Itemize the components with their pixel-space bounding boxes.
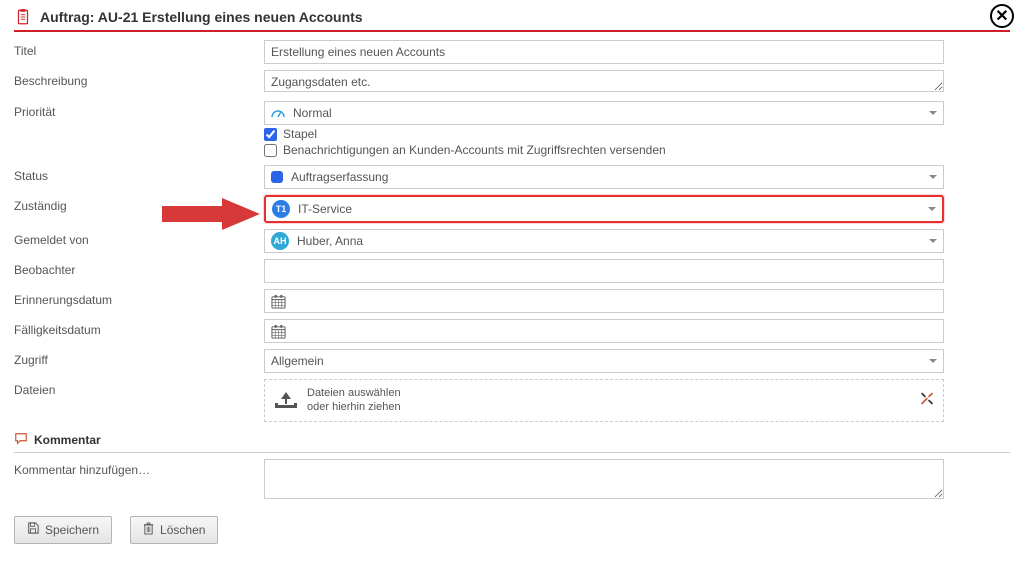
input-faellig[interactable] xyxy=(264,319,944,343)
label-prioritaet: Priorität xyxy=(14,101,264,119)
save-button[interactable]: Speichern xyxy=(14,516,112,544)
upload-icon xyxy=(275,390,297,410)
input-titel[interactable] xyxy=(264,40,944,64)
select-status[interactable]: Auftragserfassung xyxy=(264,165,944,189)
select-beobachter[interactable] xyxy=(264,259,944,283)
calendar-icon xyxy=(271,324,286,339)
section-kommentar: Kommentar xyxy=(14,432,1010,453)
label-status: Status xyxy=(14,165,264,183)
select-prioritaet[interactable]: Normal xyxy=(264,101,944,125)
gauge-icon xyxy=(271,107,285,119)
calendar-icon xyxy=(271,294,286,309)
select-zugriff-value: Allgemein xyxy=(271,354,324,368)
chevron-down-icon xyxy=(929,359,937,363)
select-gemeldet-value: Huber, Anna xyxy=(297,234,363,248)
label-zugriff: Zugriff xyxy=(14,349,264,367)
select-prioritaet-value: Normal xyxy=(293,106,332,120)
file-dropzone[interactable]: Dateien auswählen oder hierhin ziehen xyxy=(264,379,944,422)
label-beobachter: Beobachter xyxy=(14,259,264,277)
select-status-value: Auftragserfassung xyxy=(291,170,388,184)
textarea-kommentar[interactable] xyxy=(264,459,944,499)
select-zustaendig-value: IT-Service xyxy=(298,202,352,216)
avatar-badge: T1 xyxy=(272,200,290,218)
checkbox-stapel-row[interactable]: Stapel xyxy=(264,127,1010,141)
textarea-beschreibung[interactable]: Zugangsdaten etc. xyxy=(264,70,944,92)
status-color-icon xyxy=(271,171,283,183)
file-drop-text: Dateien auswählen oder hierhin ziehen xyxy=(307,386,401,415)
checkbox-stapel[interactable] xyxy=(264,128,277,141)
chevron-down-icon xyxy=(928,207,936,211)
label-kommentar: Kommentar hinzufügen… xyxy=(14,459,264,477)
dialog-header: Auftrag: AU-21 Erstellung eines neuen Ac… xyxy=(14,8,1010,32)
tools-icon[interactable] xyxy=(919,391,935,410)
avatar-badge: AH xyxy=(271,232,289,250)
select-gemeldet[interactable]: AH Huber, Anna xyxy=(264,229,944,253)
checkbox-notify[interactable] xyxy=(264,144,277,157)
comment-icon xyxy=(14,432,28,449)
callout-arrow xyxy=(162,196,262,232)
clipboard-icon xyxy=(14,8,32,26)
trash-icon xyxy=(143,522,154,538)
label-titel: Titel xyxy=(14,40,264,58)
delete-button[interactable]: Löschen xyxy=(130,516,218,544)
input-erinnerung[interactable] xyxy=(264,289,944,313)
chevron-down-icon xyxy=(929,111,937,115)
chevron-down-icon xyxy=(929,239,937,243)
label-faellig: Fälligkeitsdatum xyxy=(14,319,264,337)
label-erinnerung: Erinnerungsdatum xyxy=(14,289,264,307)
label-beschreibung: Beschreibung xyxy=(14,70,264,88)
close-button[interactable]: ✕ xyxy=(990,4,1014,28)
checkbox-notify-row[interactable]: Benachrichtigungen an Kunden-Accounts mi… xyxy=(264,143,1010,157)
chevron-down-icon xyxy=(929,175,937,179)
select-zugriff[interactable]: Allgemein xyxy=(264,349,944,373)
dialog-title: Auftrag: AU-21 Erstellung eines neuen Ac… xyxy=(40,9,1010,25)
save-icon xyxy=(27,522,39,537)
select-zustaendig[interactable]: T1 IT-Service xyxy=(264,195,944,223)
label-dateien: Dateien xyxy=(14,379,264,397)
